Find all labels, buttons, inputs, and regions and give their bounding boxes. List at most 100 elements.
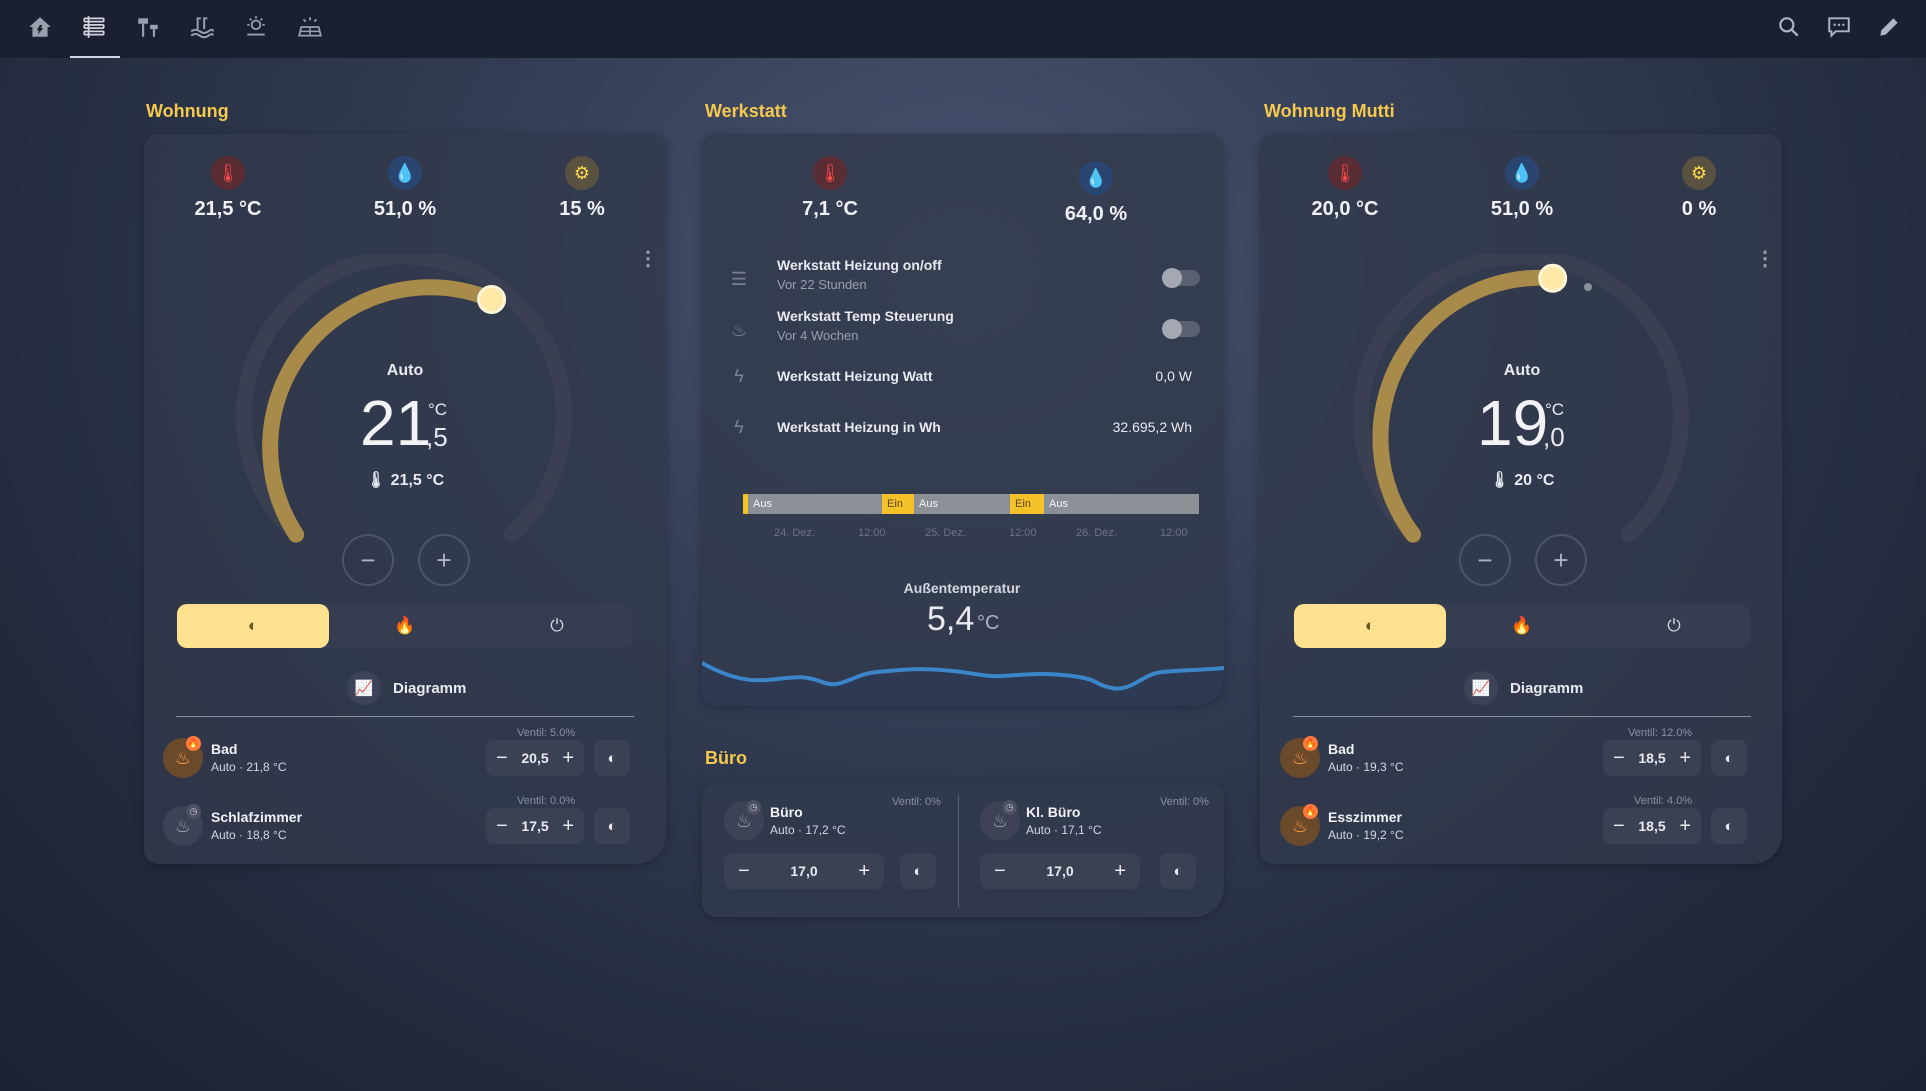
diagram-button[interactable]: 📈 Diagramm <box>1464 671 1583 705</box>
stepper-plus[interactable]: + <box>1679 815 1691 838</box>
divider <box>1293 716 1751 717</box>
mode-off-button[interactable]: ⏻ <box>1598 604 1750 648</box>
room-stepper[interactable]: − 17,0 + <box>724 853 884 889</box>
stat-temperature[interactable]: 🌡 21,5 °C <box>168 156 288 221</box>
room-stepper[interactable]: − 20,5 + <box>486 740 584 776</box>
timeline-tick: 24. Dez. <box>774 527 815 539</box>
room-ventil: Ventil: 4.0% <box>1634 795 1693 807</box>
section-title-mutti: Wohnung Mutti <box>1264 101 1395 121</box>
mode-auto-button[interactable]: ◐ <box>1294 604 1446 648</box>
increase-button[interactable]: + <box>418 534 470 586</box>
dial-handle[interactable] <box>477 285 507 314</box>
stat-valve[interactable]: ⚙ 15 % <box>522 156 642 221</box>
chat-icon[interactable] <box>1826 14 1852 40</box>
stepper-plus[interactable]: + <box>858 860 870 883</box>
card-mutti: 🌡 20,0 °C 💧 51,0 % ⚙ 0 % ⋮ Auto 19 °C ,0… <box>1260 134 1782 864</box>
room-ventil: Ventil: 0.0% <box>517 795 576 807</box>
decrease-button[interactable]: − <box>1459 534 1511 586</box>
mode-heat-button[interactable]: 🔥 <box>1446 604 1598 648</box>
stat-temperature[interactable]: 🌡 7,1 °C <box>770 156 890 221</box>
section-title-wohnung: Wohnung <box>146 101 229 121</box>
pool-icon[interactable] <box>189 14 215 40</box>
outside-temp-sparkline[interactable] <box>702 644 1224 706</box>
current-temp-marker <box>1584 283 1592 291</box>
heating-toggle[interactable] <box>1162 268 1200 288</box>
room-stepper[interactable]: − 17,5 + <box>486 808 584 844</box>
decrease-button[interactable]: − <box>342 534 394 586</box>
stepper-minus[interactable]: − <box>994 860 1006 883</box>
temp-control-toggle[interactable] <box>1162 319 1200 339</box>
thermostat-unit: °C <box>1545 400 1565 419</box>
thermostat-current: 🌡 21,5 °C <box>365 472 445 489</box>
room-status: Auto · 19,2 °C <box>1328 828 1404 842</box>
stat-valve[interactable]: ⚙ 0 % <box>1639 156 1759 221</box>
mode-off-button[interactable]: ⏻ <box>481 604 633 648</box>
clock-badge-icon: ◷ <box>186 804 201 819</box>
stepper-plus[interactable]: + <box>562 747 574 770</box>
stat-humidity[interactable]: 💧 64,0 % <box>1036 161 1156 226</box>
room-name: Schlafzimmer <box>211 809 303 825</box>
room-stepper[interactable]: − 18,5 + <box>1603 808 1701 844</box>
timeline-tick: 12:00 <box>1160 527 1188 539</box>
stepper-plus[interactable]: + <box>1114 860 1126 883</box>
history-timeline[interactable]: Aus Ein Aus Ein Aus <box>743 494 1199 514</box>
valve-icon: ⚙ <box>1682 156 1716 190</box>
radiator-icon: ♨ <box>730 319 748 340</box>
increase-button[interactable]: + <box>1535 534 1587 586</box>
room-mode-button[interactable]: ◐ <box>1711 740 1747 776</box>
more-options-icon[interactable]: ⋮ <box>638 246 658 271</box>
stepper-minus[interactable]: − <box>738 860 750 883</box>
card-werkstatt: 🌡 7,1 °C 💧 64,0 % ☰ Werkstatt Heizung on… <box>702 134 1224 706</box>
hvac-mode-bar: ◐ 🔥 ⏻ <box>177 604 633 648</box>
dial-handle[interactable] <box>1538 263 1568 293</box>
stepper-plus[interactable]: + <box>1679 747 1691 770</box>
solar-icon[interactable] <box>297 14 323 40</box>
room-stepper[interactable]: − 17,0 + <box>980 853 1140 889</box>
room-mode-button[interactable]: ◐ <box>594 808 630 844</box>
weather-icon[interactable] <box>243 14 269 40</box>
thermostat-target-int: 19 <box>1477 387 1549 459</box>
room-stepper[interactable]: − 18,5 + <box>1603 740 1701 776</box>
timeline-segment[interactable]: Aus <box>914 494 1010 514</box>
search-icon[interactable] <box>1776 14 1802 40</box>
edit-icon[interactable] <box>1876 14 1902 40</box>
room-mode-button[interactable]: ◐ <box>900 853 936 889</box>
flame-badge-icon: 🔥 <box>186 736 201 751</box>
home-icon[interactable] <box>27 14 53 40</box>
thermostat-target-dec: ,0 <box>1543 422 1565 452</box>
timeline-segment[interactable]: Aus <box>748 494 882 514</box>
entity-name[interactable]: Werkstatt Heizung Watt <box>777 368 933 384</box>
entity-name[interactable]: Werkstatt Heizung in Wh <box>777 419 941 435</box>
thermostat-mode: Auto <box>1503 362 1541 379</box>
entity-value: 0,0 W <box>1155 368 1192 384</box>
stepper-plus[interactable]: + <box>562 815 574 838</box>
thermostat-current: 🌡 20 °C <box>1489 472 1555 489</box>
stat-temperature[interactable]: 🌡 20,0 °C <box>1285 156 1405 221</box>
valve-icon: ⚙ <box>565 156 599 190</box>
stat-humidity[interactable]: 💧 51,0 % <box>1462 156 1582 221</box>
stat-humidity[interactable]: 💧 51,0 % <box>345 156 465 221</box>
clock-badge-icon: ◷ <box>746 800 761 815</box>
room-name: Kl. Büro <box>1026 804 1081 820</box>
more-options-icon[interactable]: ⋮ <box>1755 246 1775 271</box>
room-mode-button[interactable]: ◐ <box>594 740 630 776</box>
timeline-segment[interactable]: Ein <box>882 494 914 514</box>
room-mode-button[interactable]: ◐ <box>1160 853 1196 889</box>
timeline-segment[interactable]: Aus <box>1044 494 1199 514</box>
diagram-button[interactable]: 📈 Diagramm <box>347 671 466 705</box>
mode-heat-button[interactable]: 🔥 <box>329 604 481 648</box>
heating-icon[interactable] <box>81 14 107 40</box>
mode-auto-button[interactable]: ◐ <box>177 604 329 648</box>
stepper-minus[interactable]: − <box>496 747 508 770</box>
stepper-minus[interactable]: − <box>1613 747 1625 770</box>
timeline-tick: 12:00 <box>858 527 886 539</box>
thermostat-target-int: 21 <box>360 387 432 459</box>
heating-icon: ☰ <box>730 268 748 289</box>
water-icon: 💧 <box>1079 161 1113 195</box>
room-mode-button[interactable]: ◐ <box>1711 808 1747 844</box>
timeline-segment[interactable]: Ein <box>1010 494 1044 514</box>
active-tab-indicator <box>70 56 120 58</box>
stepper-minus[interactable]: − <box>1613 815 1625 838</box>
garden-lamp-icon[interactable] <box>135 14 161 40</box>
stepper-minus[interactable]: − <box>496 815 508 838</box>
